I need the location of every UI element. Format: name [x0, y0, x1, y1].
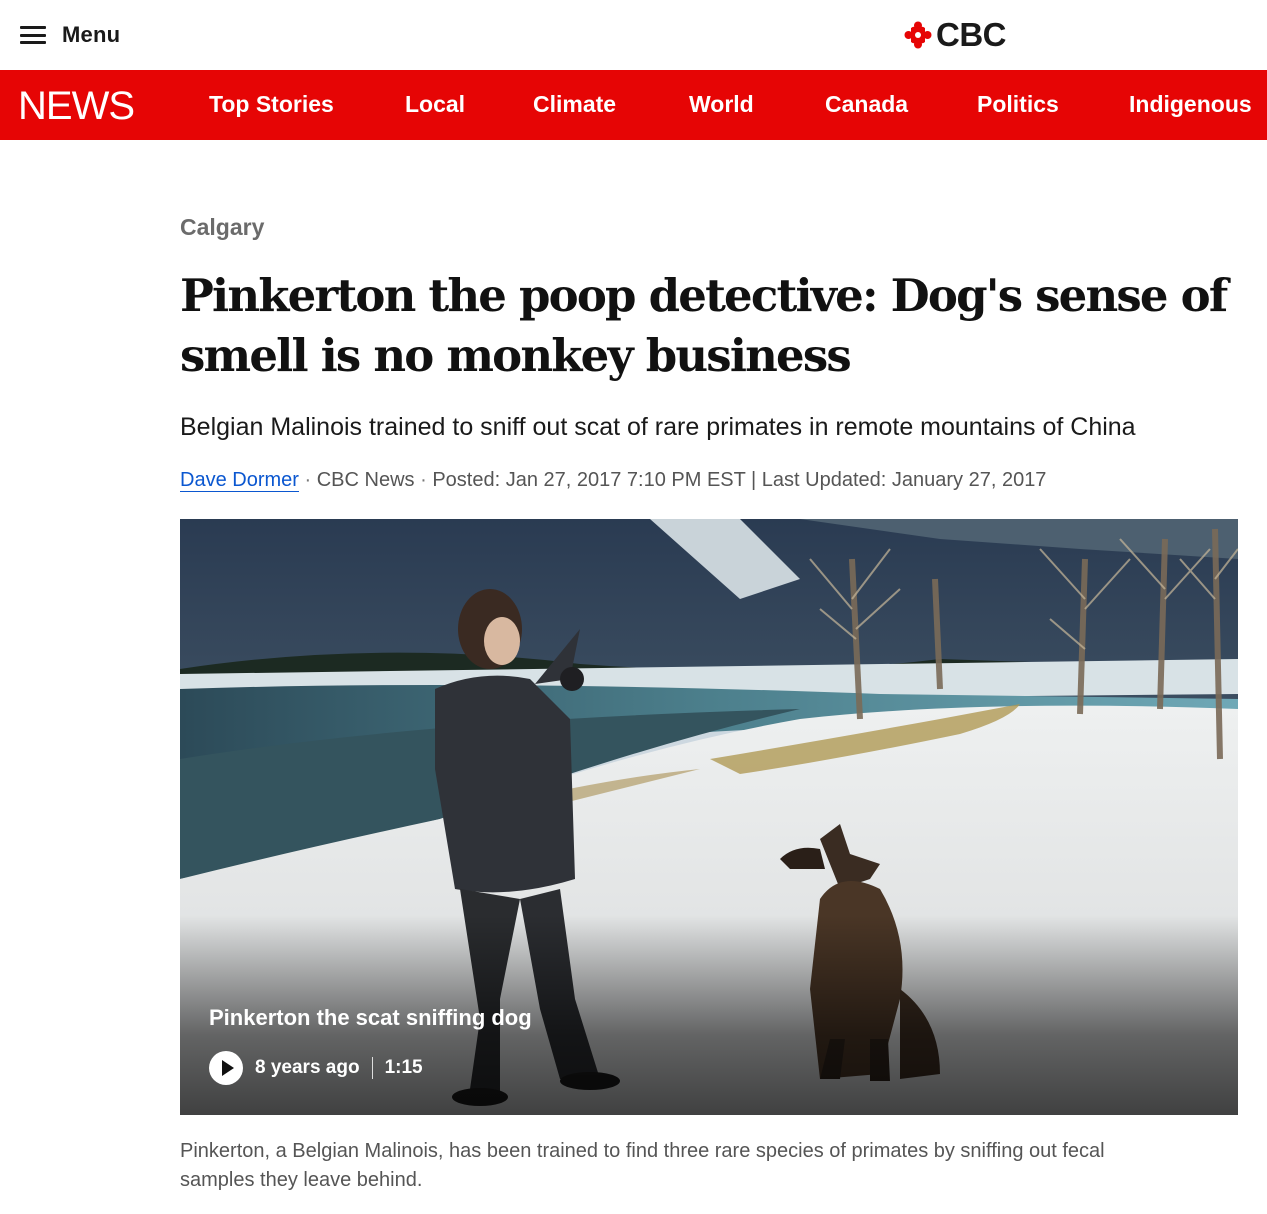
article-subhead: Belgian Malinois trained to sniff out sc…: [180, 413, 1136, 441]
hamburger-icon: [20, 26, 46, 44]
nav-item-climate[interactable]: Climate: [533, 91, 616, 118]
video-meta-divider: [371, 1057, 373, 1079]
article-headline: Pinkerton the poop detective: Dog's sens…: [180, 269, 1228, 382]
author-link[interactable]: Dave Dormer: [180, 469, 299, 492]
media-caption: Pinkerton, a Belgian Malinois, has been …: [180, 1140, 1105, 1191]
nav-item-politics[interactable]: Politics: [977, 91, 1059, 118]
article-byline: Dave Dormer · CBC News · Posted: Jan 27,…: [180, 469, 1046, 492]
top-bar: Menu CBC: [0, 0, 1267, 70]
video-player[interactable]: Pinkerton the scat sniffing dog 8 years …: [180, 519, 1238, 1115]
play-icon[interactable]: [209, 1051, 243, 1085]
news-nav-bar: NEWS Top Stories Local Climate World Can…: [0, 70, 1267, 140]
cbc-logo[interactable]: CBC: [904, 16, 1007, 54]
section-label[interactable]: Calgary: [180, 214, 264, 241]
video-age: 8 years ago: [255, 1057, 360, 1078]
video-title: Pinkerton the scat sniffing dog: [209, 1005, 532, 1030]
news-brand-link[interactable]: NEWS: [18, 84, 135, 129]
cbc-wordmark: CBC: [936, 16, 1007, 53]
nav-item-top-stories[interactable]: Top Stories: [209, 91, 334, 118]
nav-item-world[interactable]: World: [689, 91, 754, 118]
menu-button[interactable]: Menu: [20, 18, 120, 52]
video-meta: 8 years ago 1:15: [209, 1051, 423, 1085]
cbc-gem-icon: [904, 21, 932, 49]
byline-timestamps: Posted: Jan 27, 2017 7:10 PM EST | Last …: [432, 469, 1047, 491]
menu-label: Menu: [62, 22, 121, 47]
nav-item-canada[interactable]: Canada: [825, 91, 908, 118]
video-duration: 1:15: [384, 1057, 423, 1078]
byline-separator: ·: [420, 469, 427, 491]
nav-item-local[interactable]: Local: [405, 91, 465, 118]
byline-outlet: CBC News: [316, 469, 415, 491]
byline-separator: ·: [304, 469, 312, 491]
nav-item-indigenous[interactable]: Indigenous: [1129, 91, 1252, 118]
